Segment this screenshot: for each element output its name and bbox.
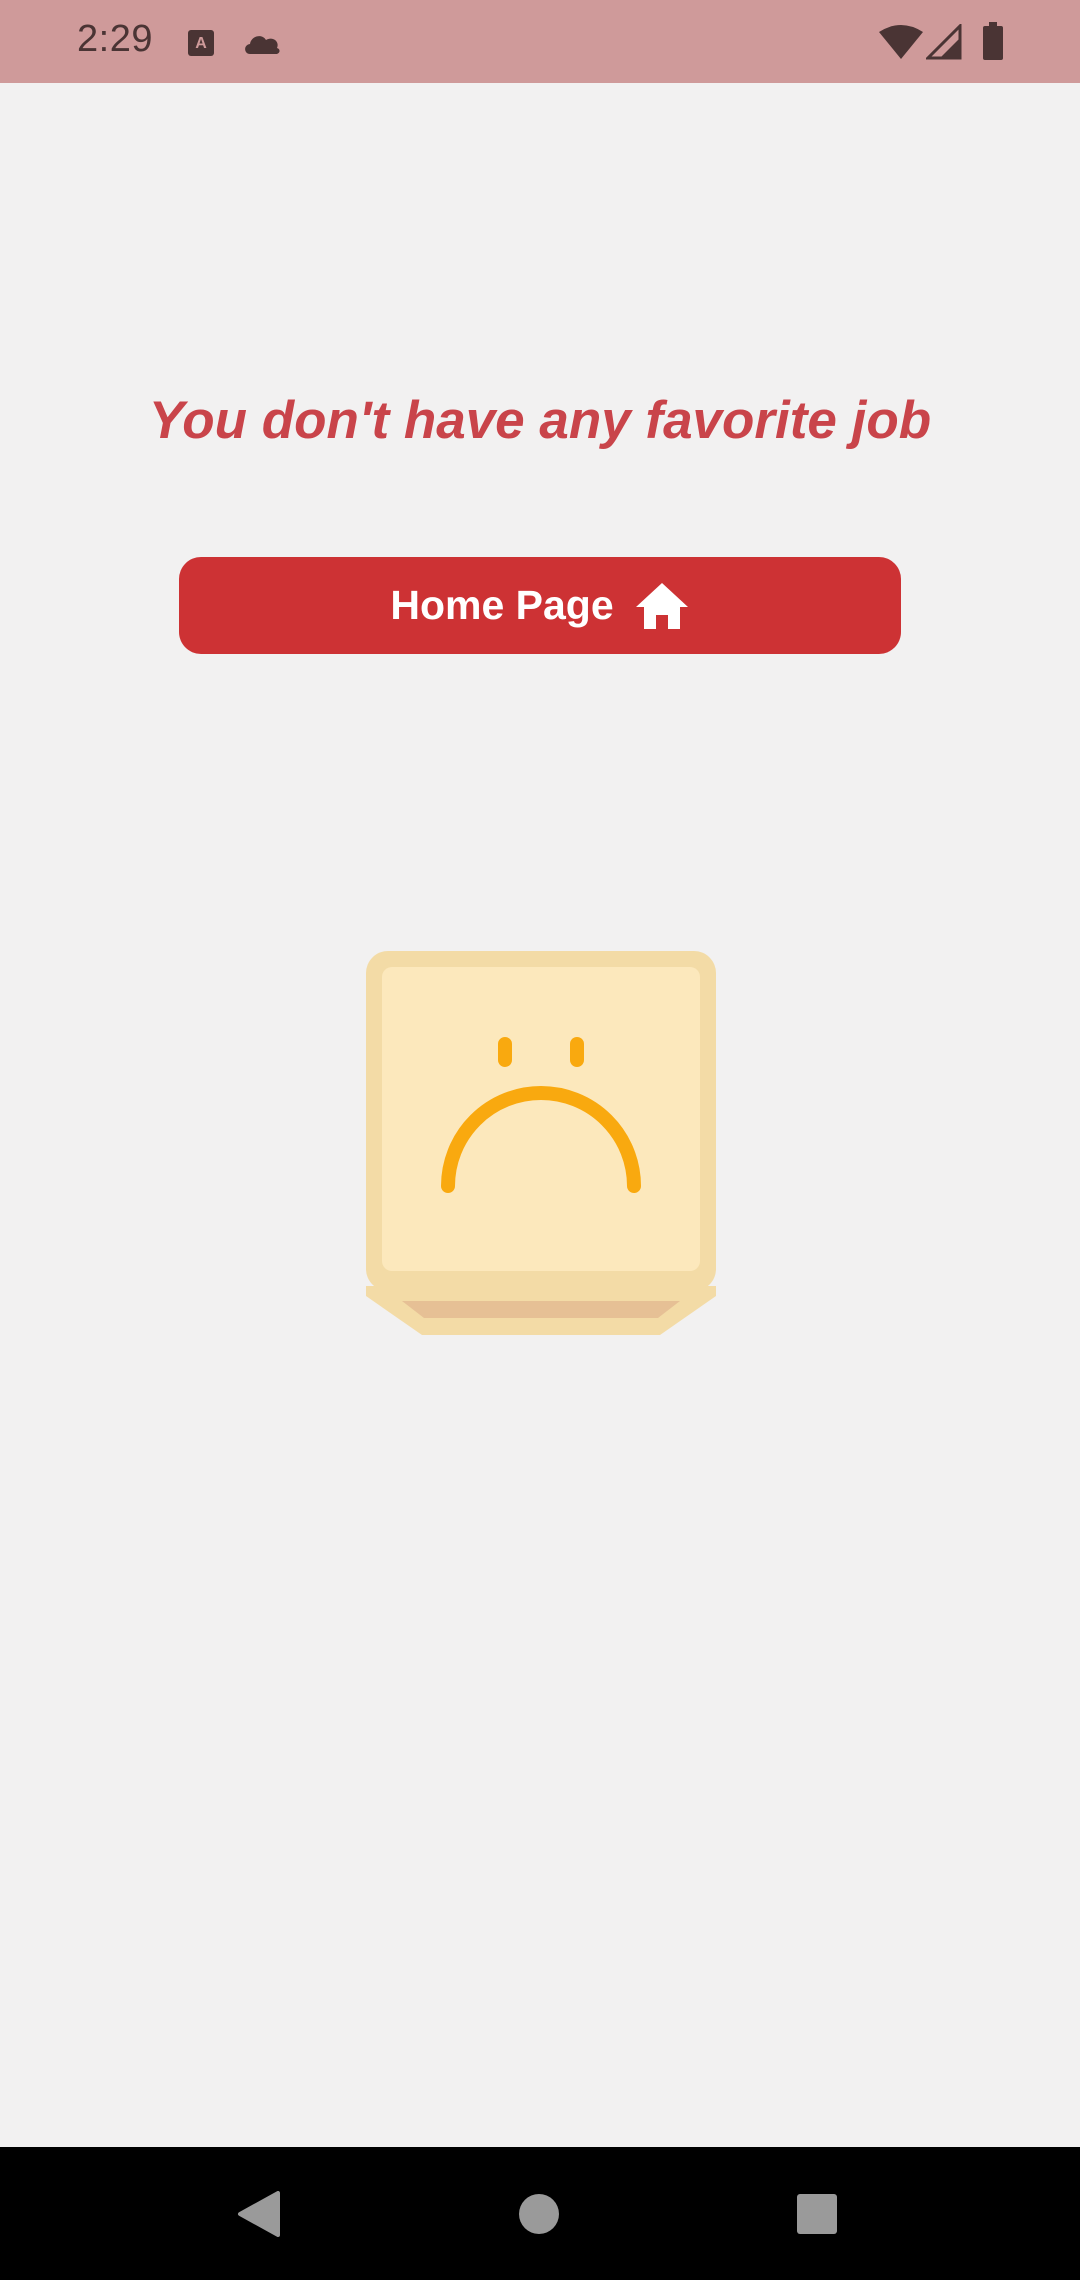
home-nav-icon[interactable] [518,2193,560,2235]
favorites-empty-screen: 2:29 A You don't have any favorite job H… [0,0,1080,2280]
back-nav-icon[interactable] [236,2191,280,2237]
system-nav-bar [0,2147,1080,2280]
home-page-button-label: Home Page [390,582,614,628]
sad-face-box-illustration [366,951,716,1335]
home-page-button[interactable]: Home Page [179,557,901,654]
cell-signal-icon [926,24,962,60]
status-time: 2:29 [77,18,153,60]
empty-favorites-message: You don't have any favorite job [148,391,932,450]
svg-text:A: A [195,35,207,52]
wifi-icon [879,25,923,59]
status-bar: 2:29 A [0,0,1080,83]
battery-icon [983,22,1003,60]
recents-nav-icon[interactable] [797,2194,837,2234]
app-a-icon: A [188,30,214,56]
home-icon [635,582,688,629]
cloud-icon [245,36,280,54]
